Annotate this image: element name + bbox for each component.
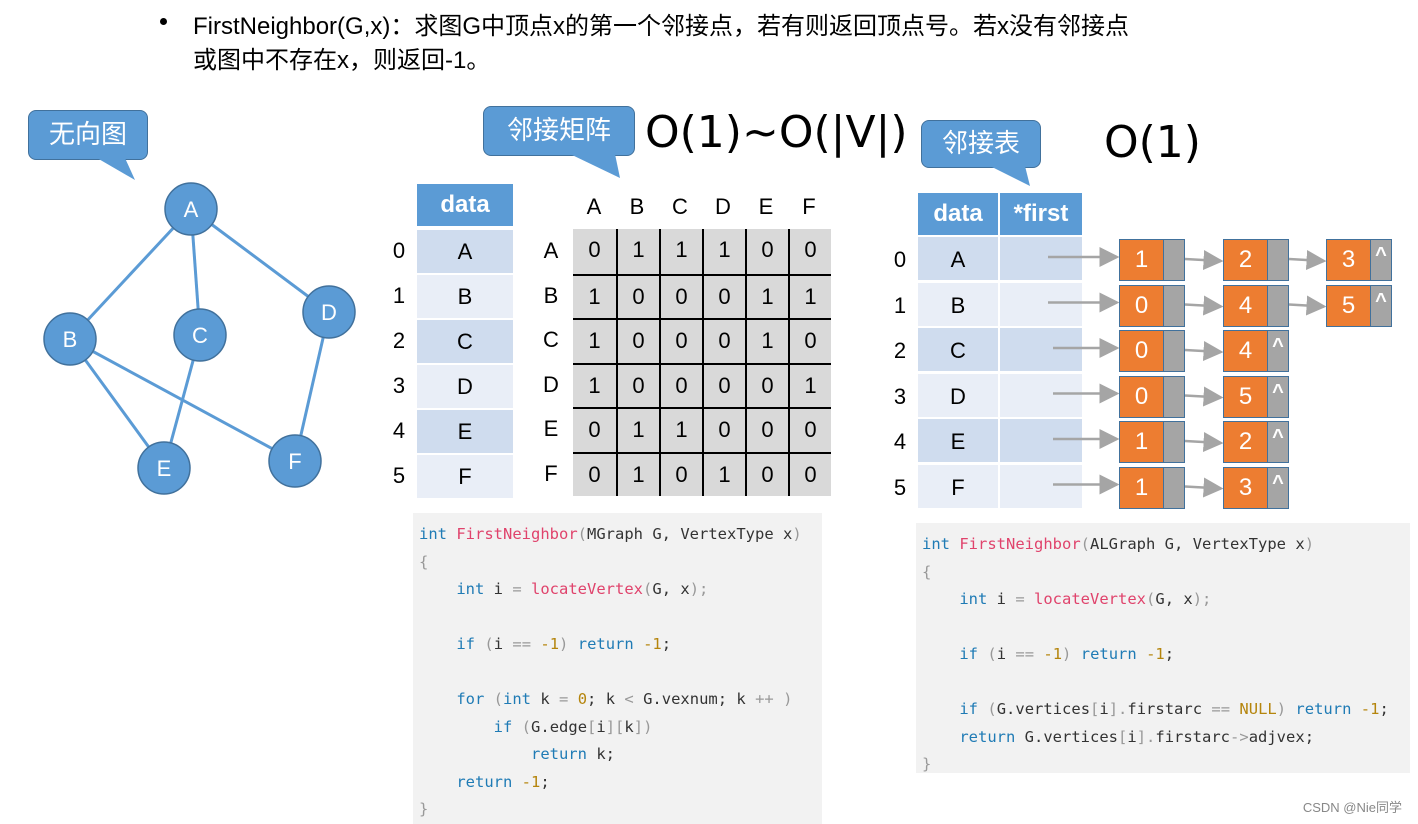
adjlist-arrow-0-0 bbox=[1184, 250, 1224, 271]
adjlist-node-pointer: ^ bbox=[1268, 466, 1289, 509]
adjlist-node-pointer: ^ bbox=[1268, 330, 1289, 372]
adjlist-node-pointer: ^ bbox=[1268, 375, 1289, 418]
code-block-matrix: int FirstNeighbor(MGraph G, VertexType x… bbox=[413, 513, 822, 824]
code-matrix-line-6: for (int k = 0; k < G.vexnum; k ++ ) bbox=[456, 690, 793, 708]
code-matrix-line-7: if (G.edge[i][k]) bbox=[493, 717, 653, 736]
code-matrix-line-1: { bbox=[419, 552, 429, 571]
adjlist-node-3-1: 5 ^ bbox=[1223, 375, 1289, 418]
code-list-line-2: int i = locateVertex(G, x); bbox=[959, 590, 1212, 608]
code-list-line-0: int FirstNeighbor(ALGraph G, VertexType … bbox=[922, 535, 1315, 553]
adjlist-node-0-0: 1 bbox=[1119, 239, 1185, 281]
adjlist-node-pointer bbox=[1268, 239, 1289, 281]
code-block-adjlist: int FirstNeighbor(ALGraph G, VertexType … bbox=[916, 523, 1410, 773]
code-matrix-line-2: int i = locateVertex(G, x); bbox=[456, 580, 709, 598]
footer-watermark: CSDN @Nie同学 bbox=[1302, 800, 1402, 815]
adjlist-arrow-2-0 bbox=[1184, 341, 1224, 362]
adjlist-arrow-5-0 bbox=[1184, 477, 1224, 498]
adjlist-node-value: 3 bbox=[1223, 466, 1268, 509]
adjlist-node-0-1: 2 bbox=[1223, 239, 1289, 281]
code-matrix-line-0: int FirstNeighbor(MGraph G, VertexType x… bbox=[419, 525, 802, 543]
adjlist-node-4-1: 2 ^ bbox=[1223, 421, 1289, 463]
adjlist-node-1-0: 0 bbox=[1119, 284, 1185, 327]
code-list-line-1: { bbox=[922, 562, 932, 581]
adjlist-arrow-4-0 bbox=[1184, 432, 1224, 453]
adjlist-node-pointer bbox=[1164, 375, 1185, 418]
adjlist-node-value: 2 bbox=[1223, 421, 1268, 463]
adjlist-node-4-0: 1 bbox=[1119, 421, 1185, 463]
code-matrix-line-10: } bbox=[419, 800, 429, 818]
adjlist-node-value: 2 bbox=[1223, 239, 1268, 281]
code-list-line-6: if (G.vertices[i].firstarc == NULL) retu… bbox=[959, 700, 1389, 718]
adjlist-node-pointer: ^ bbox=[1268, 421, 1289, 463]
adjlist-node-pointer: ^ bbox=[1371, 239, 1392, 281]
adjlist-node-pointer bbox=[1164, 239, 1185, 281]
adjlist-node-value: 3 bbox=[1326, 239, 1371, 281]
adjlist-node-value: 0 bbox=[1119, 284, 1164, 327]
adjlist-node-pointer bbox=[1164, 330, 1185, 372]
code-matrix-line-9: return -1; bbox=[456, 772, 550, 791]
code-matrix-line-4: if (i == -1) return -1; bbox=[456, 635, 672, 653]
code-matrix-line-8: return k; bbox=[530, 745, 615, 763]
adjlist-node-pointer bbox=[1164, 284, 1185, 327]
adjlist-node-pointer bbox=[1268, 284, 1289, 327]
adjlist-node-3-0: 0 bbox=[1119, 375, 1185, 418]
adjlist-node-value: 4 bbox=[1223, 284, 1268, 327]
adjlist-arrow-1-1 bbox=[1288, 295, 1327, 316]
adjlist-node-value: 5 bbox=[1223, 375, 1268, 418]
adjlist-node-5-0: 1 bbox=[1119, 466, 1185, 509]
adjlist-node-value: 4 bbox=[1223, 330, 1268, 372]
adjlist-arrow-0-1 bbox=[1288, 250, 1327, 270]
code-list-line-8: } bbox=[922, 755, 932, 773]
adjlist-node-5-1: 3 ^ bbox=[1223, 466, 1289, 509]
adjlist-node-pointer bbox=[1164, 466, 1185, 509]
adjlist-node-1-2: 5 ^ bbox=[1326, 284, 1392, 327]
adjlist-node-2-1: 4 ^ bbox=[1223, 330, 1289, 372]
adjlist-node-pointer: ^ bbox=[1371, 284, 1392, 327]
adjlist-node-value: 0 bbox=[1119, 330, 1164, 372]
adjlist-node-0-2: 3 ^ bbox=[1326, 239, 1392, 281]
adjlist-node-value: 1 bbox=[1119, 239, 1164, 281]
adjlist-node-pointer bbox=[1164, 421, 1185, 463]
adjlist-node-1-1: 4 bbox=[1223, 284, 1289, 327]
adjlist-node-value: 5 bbox=[1326, 284, 1371, 327]
adjlist-node-value: 1 bbox=[1119, 421, 1164, 463]
code-list-line-4: if (i == -1) return -1; bbox=[959, 645, 1175, 663]
adjlist-arrow-1-0 bbox=[1184, 295, 1224, 316]
adjlist-node-value: 1 bbox=[1119, 466, 1164, 509]
adjlist-node-value: 0 bbox=[1119, 375, 1164, 418]
adjlist-arrow-3-0 bbox=[1184, 386, 1224, 407]
adjlist-node-2-0: 0 bbox=[1119, 330, 1185, 372]
code-list-line-7: return G.vertices[i].firstarc->adjvex; bbox=[959, 727, 1315, 746]
